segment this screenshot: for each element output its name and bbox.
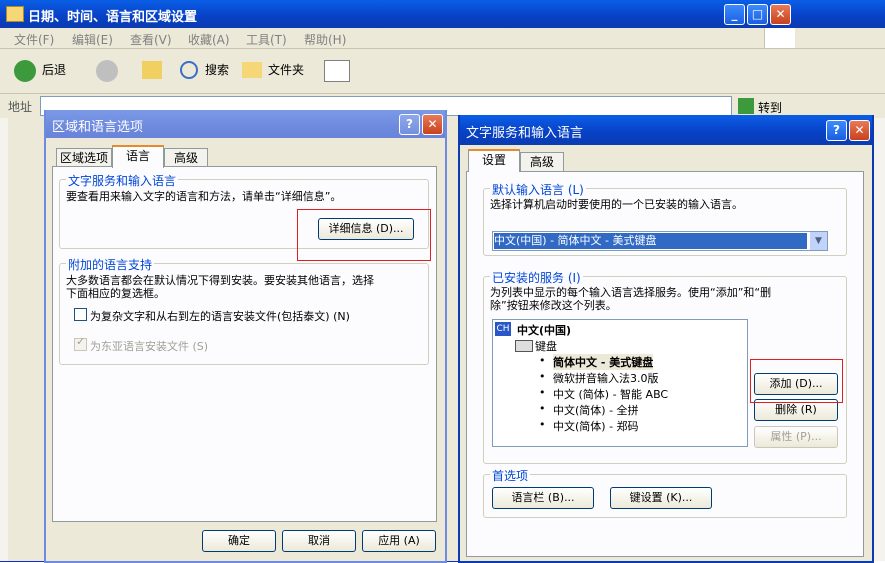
go-button-label[interactable]: 转到 [758,99,782,116]
folders-icon[interactable] [242,62,262,78]
cancel-button[interactable]: 取消 [282,530,356,552]
menu-view[interactable]: 查看(V) [130,31,172,48]
tab-advanced[interactable]: 高级 [164,148,208,167]
explorer-title: 日期、时间、语言和区域设置 [28,10,198,25]
default-language-value: 中文(中国) - 简体中文 - 美式键盘 [494,233,807,249]
tree-item[interactable]: 中文(简体) - 全拼 [553,402,639,418]
toolbar: 后退 搜索 文件夹 [0,49,885,94]
close-button[interactable]: ✕ [770,4,791,25]
go-arrow-icon[interactable] [738,98,754,114]
regional-title: 区域和语言选项 [52,120,144,135]
menu-file[interactable]: 文件(F) [14,31,54,48]
complex-script-checkbox[interactable] [74,308,87,321]
language-bar-button[interactable]: 语言栏 (B)... [492,487,594,509]
tree-item[interactable]: 简体中文 - 美式键盘 [553,354,654,370]
text-services-dialog: 文字服务和输入语言 ? ✕ 设置 高级 默认输入语言 (L) 选择计算机启动时要… [458,115,874,563]
highlight-box-details [297,209,431,261]
tree-item[interactable]: 中文(简体) - 郑码 [553,418,639,434]
close-button[interactable]: ✕ [849,120,870,141]
search-button-label[interactable]: 搜索 [205,61,229,78]
search-icon[interactable] [180,61,198,79]
complex-script-label[interactable]: 为复杂文字和从右到左的语言安装文件(包括泰文) (N) [90,308,350,324]
minimize-button[interactable]: _ [724,4,745,25]
preferences-group: 首选项 语言栏 (B)... 键设置 (K)... [483,467,847,518]
tab-advanced[interactable]: 高级 [520,152,564,171]
explorer-title-bar: 日期、时间、语言和区域设置 _ □ ✕ [0,0,885,28]
supplemental-language-group: 附加的语言支持 大多数语言都会在默认情况下得到安装。要安装其他语言，选择 下面相… [59,256,429,365]
highlight-box-add [750,359,843,403]
text-services-title: 文字服务和输入语言 [466,126,584,141]
tree-item[interactable]: 微软拼音输入法3.0版 [553,370,659,386]
text-services-title-bar: 文字服务和输入语言 ? ✕ [460,115,872,145]
help-button[interactable]: ? [826,120,847,141]
tree-item-bullet: • [539,354,546,367]
folder-icon [6,6,24,22]
tree-keyboard[interactable]: 键盘 [535,338,557,354]
tree-item-bullet: • [539,402,546,415]
tree-item[interactable]: 中文 (简体) - 智能 ABC [553,386,668,402]
regional-options-dialog: 区域和语言选项 ? ✕ 区域选项 语言 高级 文字服务和输入语言 要查看用来输入… [44,110,447,563]
east-asian-label: 为东亚语言安装文件 (S) [90,340,209,353]
tab-regional-options[interactable]: 区域选项 [56,148,112,167]
preferences-label: 首选项 [490,467,531,484]
tree-item-bullet: • [539,418,546,431]
text-services-desc: 要查看用来输入文字的语言和方法，请单击“详细信息”。 [66,190,342,203]
installed-services-tree[interactable]: CH 中文(中国) 键盘 • 简体中文 - 美式键盘 • 微软拼音输入法3.0版… [492,319,748,447]
menu-help[interactable]: 帮助(H) [304,31,346,48]
tree-language[interactable]: 中文(中国) [517,322,571,338]
chevron-down-icon[interactable]: ▼ [810,232,827,250]
tree-item-bullet: • [539,386,546,399]
supplemental-desc-line2: 下面相应的复选框。 [66,287,165,300]
key-settings-button[interactable]: 键设置 (K)... [610,487,712,509]
maximize-button[interactable]: □ [747,4,768,25]
text-services-label: 文字服务和输入语言 [66,172,179,189]
menu-bar: 文件(F) 编辑(E) 查看(V) 收藏(A) 工具(T) 帮助(H) [0,28,885,49]
back-arrow-icon[interactable] [14,60,36,82]
regional-title-bar: 区域和语言选项 ? ✕ [46,110,445,138]
views-icon[interactable] [324,60,350,82]
default-language-desc: 选择计算机启动时要使用的一个已安装的输入语言。 [490,198,743,211]
default-language-select[interactable]: 中文(中国) - 简体中文 - 美式键盘 ▼ [492,231,828,251]
default-language-group: 默认输入语言 (L) 选择计算机启动时要使用的一个已安装的输入语言。 中文(中国… [483,181,847,256]
address-label: 地址 [8,100,33,114]
ok-button[interactable]: 确定 [202,530,276,552]
installed-desc-line2: 除”按钮来修改这个列表。 [490,299,617,312]
keyboard-icon [515,340,533,352]
up-folder-icon[interactable] [142,61,162,79]
menu-tools[interactable]: 工具(T) [246,31,287,48]
properties-button: 属性 (P)... [754,426,838,448]
tab-languages[interactable]: 语言 [112,145,164,168]
menu-edit[interactable]: 编辑(E) [72,31,113,48]
tab-settings[interactable]: 设置 [468,149,520,172]
supplemental-label: 附加的语言支持 [66,256,155,273]
help-button[interactable]: ? [399,114,420,135]
close-button[interactable]: ✕ [422,114,443,135]
folders-button-label[interactable]: 文件夹 [268,61,304,78]
language-badge: CH [495,322,511,336]
apply-button[interactable]: 应用 (A) [362,530,436,552]
forward-arrow-icon[interactable] [96,60,118,82]
tree-item-bullet: • [539,370,546,383]
menu-favorites[interactable]: 收藏(A) [188,31,230,48]
windows-logo-icon [764,28,795,48]
checkmark-icon: ✓ [76,335,86,348]
back-button-label[interactable]: 后退 [42,61,66,78]
